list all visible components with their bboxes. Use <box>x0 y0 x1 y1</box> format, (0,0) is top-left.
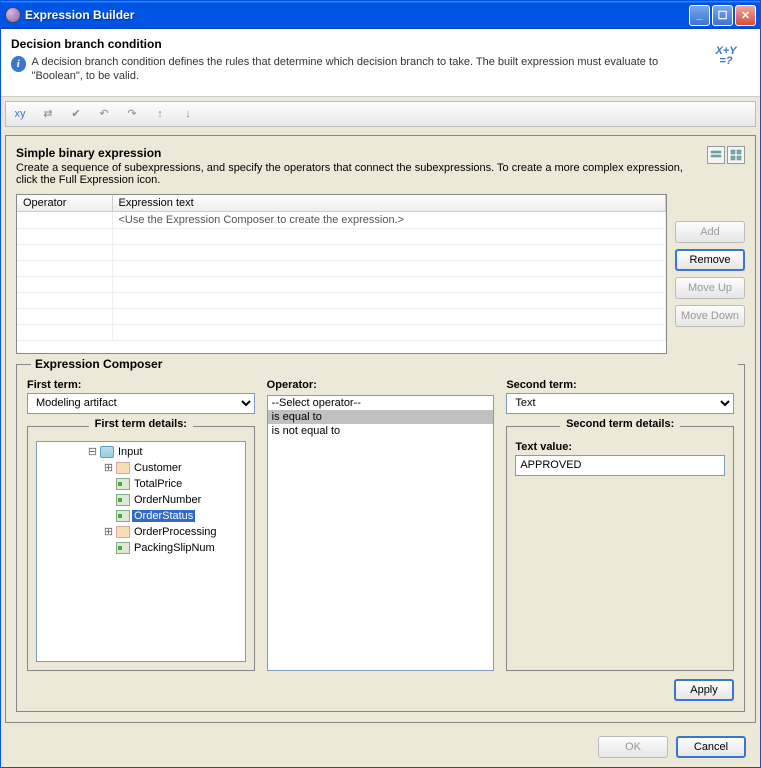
second-term-column: Second term: Text Second term details: T… <box>506 379 734 671</box>
info-body: A decision branch condition defines the … <box>32 55 702 84</box>
operator-listbox[interactable]: --Select operator--is equal tois not equ… <box>267 395 495 671</box>
dialog-footer: OK Cancel <box>1 727 760 767</box>
i-cust-icon <box>116 462 130 474</box>
first-term-select[interactable]: Modeling artifact <box>27 393 255 414</box>
i-attr-icon <box>116 510 130 522</box>
tree-item[interactable]: PackingSlipNum <box>39 540 243 556</box>
remove-button[interactable]: Remove <box>675 249 745 271</box>
maximize-button[interactable]: ☐ <box>712 5 733 26</box>
validate-tool-icon[interactable]: ✔ <box>66 104 86 124</box>
logo-bottom: =? <box>719 57 732 67</box>
expression-builder-window: Expression Builder _ ☐ ✕ Decision branch… <box>0 0 761 768</box>
tree-item-label: Input <box>116 446 144 458</box>
first-term-details-label: First term details: <box>89 418 193 430</box>
second-term-details-label: Second term details: <box>560 418 680 430</box>
expression-table[interactable]: Operator Expression text <Use the Expres… <box>16 194 667 354</box>
sbe-section: Simple binary expression Create a sequen… <box>16 146 745 354</box>
text-value-input[interactable] <box>515 455 725 476</box>
operator-option[interactable]: is not equal to <box>268 424 494 438</box>
operator-option[interactable]: --Select operator-- <box>268 396 494 410</box>
up-icon[interactable]: ↑ <box>150 104 170 124</box>
add-button[interactable]: Add <box>675 221 745 243</box>
app-icon <box>5 7 21 23</box>
redo-icon[interactable]: ↷ <box>122 104 142 124</box>
toggle-tool-icon[interactable]: ⇄ <box>38 104 58 124</box>
tree-item[interactable]: OrderNumber <box>39 492 243 508</box>
tree-item[interactable]: OrderStatus <box>39 508 243 524</box>
info-panel: Decision branch condition i A decision b… <box>1 29 760 97</box>
window-title: Expression Builder <box>25 8 689 22</box>
expression-placeholder: <Use the Expression Composer to create t… <box>112 211 666 228</box>
tree-item-label: OrderNumber <box>132 494 203 506</box>
text-value-label: Text value: <box>515 441 725 453</box>
first-term-details: First term details: ⊟Input⊞CustomerTotal… <box>27 426 255 671</box>
toolbar: xy ⇄ ✔ ↶ ↷ ↑ ↓ <box>5 101 756 127</box>
i-attr-icon <box>116 494 130 506</box>
table-row[interactable]: <Use the Expression Composer to create t… <box>17 211 666 228</box>
first-term-column: First term: Modeling artifact First term… <box>27 379 255 671</box>
col-operator[interactable]: Operator <box>17 195 112 212</box>
simple-mode-icon[interactable] <box>707 146 725 164</box>
col-expression-text[interactable]: Expression text <box>112 195 666 212</box>
cancel-button[interactable]: Cancel <box>676 736 746 758</box>
titlebar[interactable]: Expression Builder _ ☐ ✕ <box>1 1 760 29</box>
full-mode-icon[interactable] <box>727 146 745 164</box>
first-term-label: First term: <box>27 379 255 391</box>
down-icon[interactable]: ↓ <box>178 104 198 124</box>
i-input-icon <box>100 446 114 458</box>
main-panel: Simple binary expression Create a sequen… <box>5 135 756 723</box>
operator-column: Operator: --Select operator--is equal to… <box>267 379 495 671</box>
sbe-title: Simple binary expression <box>16 146 707 160</box>
tree-item-label: OrderStatus <box>132 510 195 522</box>
i-cust-icon <box>116 526 130 538</box>
tree-item[interactable]: TotalPrice <box>39 476 243 492</box>
expression-composer: Expression Composer First term: Modeling… <box>16 364 745 712</box>
i-attr-icon <box>116 478 130 490</box>
collapse-icon[interactable]: ⊟ <box>87 445 98 458</box>
sbe-desc: Create a sequence of subexpressions, and… <box>16 162 707 186</box>
tree-item-label: TotalPrice <box>132 478 184 490</box>
artifact-tree[interactable]: ⊟Input⊞CustomerTotalPriceOrderNumberOrde… <box>36 441 246 662</box>
tree-item-label: PackingSlipNum <box>132 542 217 554</box>
second-term-select[interactable]: Text <box>506 393 734 414</box>
tree-item[interactable]: ⊞ Customer <box>39 460 243 476</box>
expand-icon[interactable]: ⊞ <box>103 461 114 474</box>
close-button[interactable]: ✕ <box>735 5 756 26</box>
tree-item[interactable]: ⊞ OrderProcessing <box>39 524 243 540</box>
info-icon: i <box>11 56 26 72</box>
ok-button[interactable]: OK <box>598 736 668 758</box>
composer-legend: Expression Composer <box>31 357 738 371</box>
minimize-button[interactable]: _ <box>689 5 710 26</box>
tree-item-label: OrderProcessing <box>132 526 219 538</box>
second-term-label: Second term: <box>506 379 734 391</box>
expression-logo: X+Y =? <box>702 37 750 77</box>
operator-option[interactable]: is equal to <box>268 410 494 424</box>
apply-button[interactable]: Apply <box>674 679 734 701</box>
i-attr-icon <box>116 542 130 554</box>
tree-item-label: Customer <box>132 462 184 474</box>
second-term-details: Second term details: Text value: <box>506 426 734 671</box>
move-up-button[interactable]: Move Up <box>675 277 745 299</box>
info-heading: Decision branch condition <box>11 37 702 51</box>
undo-icon[interactable]: ↶ <box>94 104 114 124</box>
expr-tool-icon[interactable]: xy <box>10 104 30 124</box>
expand-icon[interactable]: ⊞ <box>103 525 114 538</box>
operator-label: Operator: <box>267 379 495 391</box>
tree-item[interactable]: ⊟ Input <box>39 444 243 460</box>
move-down-button[interactable]: Move Down <box>675 305 745 327</box>
